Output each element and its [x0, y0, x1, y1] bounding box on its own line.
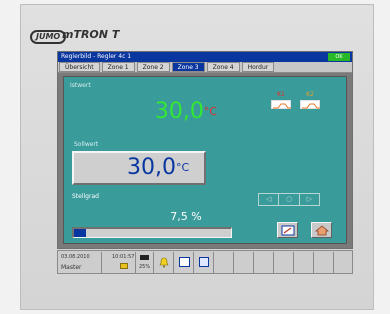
dock-alarm-cell [154, 252, 174, 273]
tab-zone-1[interactable]: Zone 1 [101, 62, 135, 72]
brand-logo: JUMO mTRON T [30, 28, 160, 48]
window-title: Reglerbild - Regler 4c 1 [61, 53, 132, 60]
title-bar: Reglerbild - Regler 4c 1 OK [58, 52, 352, 62]
mode-button-group: ◁ ○ ▷ [258, 193, 320, 206]
tab-bar: Übersicht Zone 1 Zone 2 Zone 3 Zone 4 Ho… [58, 62, 352, 73]
k1-label: K1 [277, 91, 285, 98]
dock-memory-cell: 25% [136, 252, 154, 273]
setpoint-unit: °C [175, 161, 190, 174]
dock-user: Master [61, 264, 82, 271]
status-indicator: OK [328, 53, 350, 61]
dock-date: 03.08.2010 [61, 254, 90, 260]
edit-button[interactable] [277, 222, 298, 238]
brand-logo-mark: JUMO [30, 30, 67, 44]
dock-screen-cell [174, 252, 194, 273]
actual-unit: °C [203, 105, 218, 118]
actual-label: Istwert [70, 82, 91, 89]
home-icon [315, 225, 329, 236]
k2-label: K2 [306, 91, 314, 98]
k2-indicator: K2 [300, 91, 320, 109]
dock-slot-3[interactable] [254, 252, 274, 273]
dock-slot-4[interactable] [274, 252, 294, 273]
dock-slot-2[interactable] [234, 252, 254, 273]
tab-hordur[interactable]: Hordur [241, 62, 275, 72]
mode-button-1[interactable]: ◁ [259, 194, 280, 205]
tab-zone-4[interactable]: Zone 4 [206, 62, 240, 72]
home-button[interactable] [311, 222, 332, 238]
tab-zone-2[interactable]: Zone 2 [136, 62, 170, 72]
dock-slot-6[interactable] [314, 252, 334, 273]
output-bar-fill [74, 229, 86, 237]
actual-value: 30,0°C [126, 99, 246, 125]
dock-clock-cell [194, 252, 214, 273]
status-dock: 03.08.2010 Master 10:01:57 25% [57, 250, 353, 274]
brand-model: mTRON T [62, 28, 120, 41]
output-bar [72, 227, 232, 238]
rate-value: 7,5 % [170, 210, 202, 223]
touch-screen: Reglerbild - Regler 4c 1 OK Übersicht Zo… [57, 51, 353, 249]
mode-button-3[interactable]: ▷ [300, 194, 319, 205]
rate-label: Stellgrad [72, 193, 99, 200]
k1-heating-icon [271, 100, 291, 109]
dock-slot-1[interactable] [214, 252, 234, 273]
mode-button-2[interactable]: ○ [279, 194, 300, 205]
screen-icon[interactable] [179, 257, 190, 267]
tab-zone-3[interactable]: Zone 3 [171, 62, 205, 72]
edit-icon [281, 225, 295, 236]
controller-view: Istwert 30,0°C K1 K2 Sollwert 30,0°C Ste… [63, 76, 347, 244]
dock-time-cell: 10:01:57 [102, 252, 136, 273]
dock-time: 10:01:57 [112, 254, 135, 260]
dock-user-cell: 03.08.2010 Master [58, 252, 102, 273]
dock-percent: 25% [139, 264, 151, 270]
tab-overview[interactable]: Übersicht [59, 62, 100, 72]
setpoint-value: 30,0°C [127, 156, 189, 180]
k2-heating-icon [300, 100, 320, 109]
setpoint-number: 30,0 [127, 155, 176, 180]
timer-icon[interactable] [199, 257, 209, 267]
setpoint-label: Sollwert [74, 141, 99, 148]
bell-icon[interactable] [159, 257, 169, 268]
folder-icon[interactable] [120, 263, 128, 269]
k1-indicator: K1 [271, 91, 291, 109]
memory-icon [140, 255, 149, 260]
actual-number: 30,0 [154, 99, 204, 124]
dock-slot-5[interactable] [294, 252, 314, 273]
